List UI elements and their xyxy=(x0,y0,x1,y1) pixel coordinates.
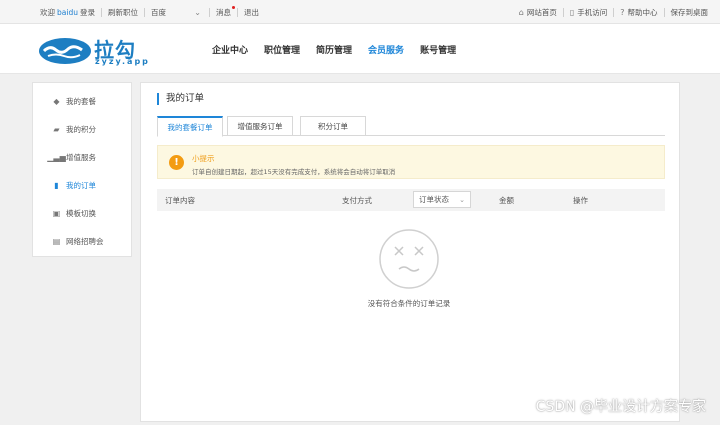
points-icon: ▰ xyxy=(53,124,60,134)
unread-dot xyxy=(231,5,235,9)
nav-member-services[interactable]: 会员服务 xyxy=(368,43,404,56)
tip-notice: ! 小提示 订单自创建日期起，超过15天没有完成支付，系统将会自动将订单取消 xyxy=(157,145,665,179)
refresh-jobs-link[interactable]: 刷新职位 xyxy=(108,7,138,18)
notice-text: 订单自创建日期起，超过15天没有完成支付，系统将会自动将订单取消 xyxy=(192,168,396,176)
username-link[interactable]: baidu xyxy=(57,8,78,17)
messages-label: 消息 xyxy=(215,7,231,17)
chevron-down-icon: ⌄ xyxy=(194,7,201,17)
notice-title: 小提示 xyxy=(192,154,215,163)
topbar-left: 欢迎 baidu 登录 刷新职位 百度 ⌄ 消息 退出 xyxy=(40,0,259,24)
divider xyxy=(208,7,210,17)
sidebar-item-my-points[interactable]: ▰ 我的积分 xyxy=(33,115,133,143)
divider xyxy=(613,7,615,17)
sidebar-item-label: 我的积分 xyxy=(66,124,96,134)
nav-job-management[interactable]: 职位管理 xyxy=(264,43,300,56)
chevron-down-icon: ⌄ xyxy=(459,195,465,204)
col-payment-method: 支付方式 xyxy=(342,195,372,205)
logo-subtitle: zyzy.app xyxy=(95,57,150,66)
mobile-link[interactable]: 手机访问 xyxy=(577,7,607,18)
nav-account-management[interactable]: 账号管理 xyxy=(420,43,456,56)
job-fair-icon: ▤ xyxy=(52,236,61,246)
sidebar-item-my-package[interactable]: ◆ 我的套餐 xyxy=(33,87,133,115)
chart-icon: ▁▃▅ xyxy=(47,152,66,162)
col-order-content: 订单内容 xyxy=(165,195,195,205)
welcome-text: 欢迎 xyxy=(40,7,55,17)
logo-cloud-icon xyxy=(39,38,91,64)
order-tabs: 我的套餐订单 增值服务订单 积分订单 xyxy=(157,116,665,137)
help-link[interactable]: 帮助中心 xyxy=(628,7,658,18)
sidebar-item-label: 我的套餐 xyxy=(66,96,96,106)
sidebar: ◆ 我的套餐 ▰ 我的积分 ▁▃▅ 增值服务 ▮ 我的订单 ▣ 模板切换 ▤ 网… xyxy=(32,82,132,257)
sidebar-item-value-added[interactable]: ▁▃▅ 增值服务 xyxy=(33,143,133,171)
save-desktop-link[interactable]: 保存到桌面 xyxy=(671,7,709,18)
tab-package-orders[interactable]: 我的套餐订单 xyxy=(157,116,223,137)
divider xyxy=(100,7,102,17)
nav-resume-management[interactable]: 简历管理 xyxy=(316,43,352,56)
login-link[interactable]: 登录 xyxy=(80,7,95,18)
divider xyxy=(143,7,145,17)
sidebar-item-label: 网络招聘会 xyxy=(66,236,104,246)
template-icon: ▣ xyxy=(52,208,61,218)
sidebar-item-label: 增值服务 xyxy=(66,152,96,162)
order-icon: ▮ xyxy=(54,180,59,190)
home-icon: ⌂ xyxy=(518,7,524,17)
sidebar-item-label: 我的订单 xyxy=(66,180,96,190)
sidebar-item-template-switch[interactable]: ▣ 模板切换 xyxy=(33,199,133,227)
divider xyxy=(663,7,665,17)
main-panel: 我的订单 我的套餐订单 增值服务订单 积分订单 ! 小提示 订单自创建日期起，超… xyxy=(140,82,680,422)
logo[interactable]: 拉勾 zyzy.app xyxy=(38,32,168,68)
messages-link[interactable]: 消息 xyxy=(215,5,235,18)
divider xyxy=(236,7,238,17)
col-amount: 金额 xyxy=(499,195,514,205)
help-icon: ? xyxy=(620,7,625,17)
sidebar-item-my-orders[interactable]: ▮ 我的订单 xyxy=(33,171,133,199)
mobile-icon: ▯ xyxy=(569,7,575,17)
col-action: 操作 xyxy=(573,195,588,205)
warning-icon: ! xyxy=(169,155,184,170)
sidebar-item-job-fair[interactable]: ▤ 网络招聘会 xyxy=(33,227,133,255)
topbar-right: ⌂ 网站首页 ▯ 手机访问 ? 帮助中心 保存到桌面 xyxy=(519,0,708,24)
empty-face-icon xyxy=(379,229,439,289)
watermark-text: CSDN @毕业设计方案专家 xyxy=(535,399,706,415)
top-utility-bar: 欢迎 baidu 登录 刷新职位 百度 ⌄ 消息 退出 ⌂ 网站首页 ▯ 手机访… xyxy=(0,0,720,24)
site-select-value: 百度 xyxy=(150,7,166,17)
divider xyxy=(562,7,564,17)
main-nav: 企业中心 职位管理 简历管理 会员服务 账号管理 xyxy=(212,24,472,74)
nav-enterprise-center[interactable]: 企业中心 xyxy=(212,43,248,56)
logout-link[interactable]: 退出 xyxy=(244,7,259,18)
order-status-label: 订单状态 xyxy=(419,195,449,204)
site-select[interactable]: 百度 ⌄ xyxy=(151,7,201,18)
empty-state-text: 没有符合条件的订单记录 xyxy=(367,299,451,308)
main-header: 拉勾 zyzy.app 企业中心 职位管理 简历管理 会员服务 账号管理 xyxy=(0,24,720,74)
tab-points-orders[interactable]: 积分订单 xyxy=(300,116,366,136)
sidebar-item-label: 模板切换 xyxy=(66,208,96,218)
order-status-select[interactable]: 订单状态 ⌄ xyxy=(413,191,471,208)
diamond-icon: ◆ xyxy=(53,96,60,106)
home-link[interactable]: 网站首页 xyxy=(527,7,557,18)
tab-value-added-orders[interactable]: 增值服务订单 xyxy=(227,116,293,136)
order-table-header: 订单内容 支付方式 订单状态 ⌄ 金额 操作 xyxy=(157,189,665,211)
page-title: 我的订单 xyxy=(157,93,204,105)
